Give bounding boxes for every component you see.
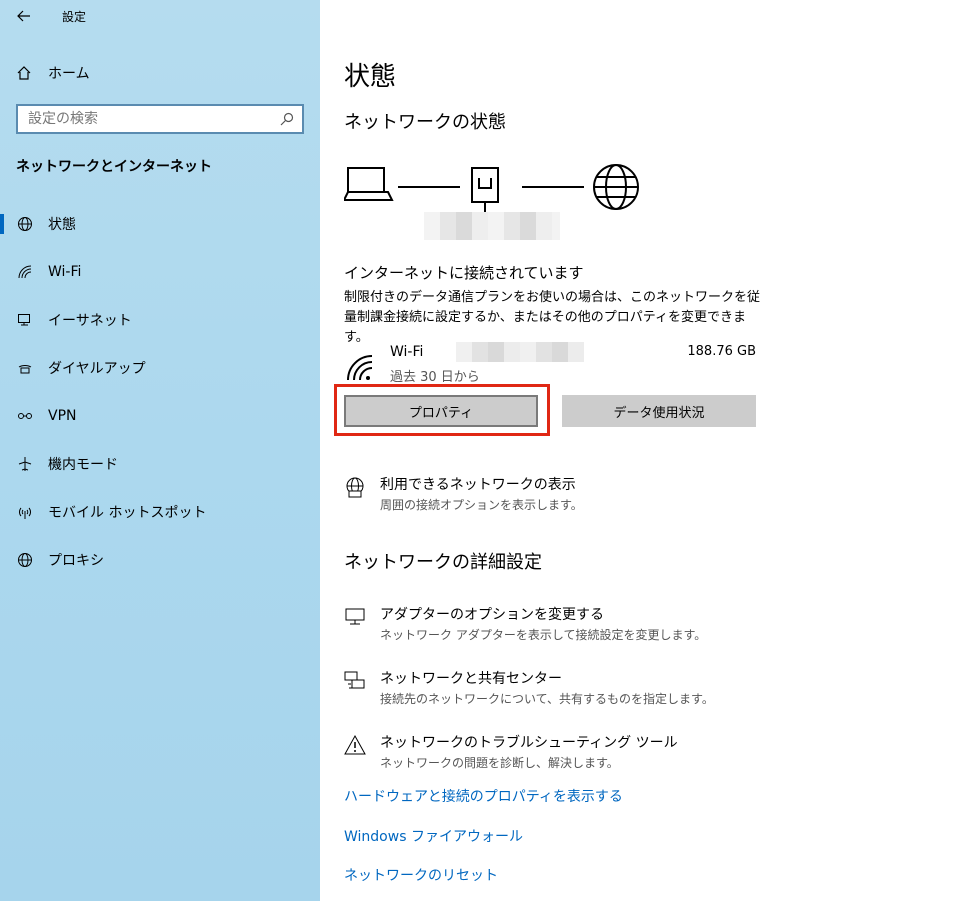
ethernet-icon <box>16 311 34 329</box>
section-heading: ネットワークとインターネット <box>16 159 212 175</box>
wifi-usage-row: Wi-Fi 過去 30 日から 188.76 GB <box>344 342 756 386</box>
home-link[interactable]: ホーム <box>16 62 90 84</box>
back-button[interactable] <box>12 4 36 28</box>
wifi-signal-icon <box>347 355 373 381</box>
wifi-period: 過去 30 日から <box>390 370 480 385</box>
dialup-icon <box>16 359 34 377</box>
sidebar-item-label: 機内モード <box>48 457 118 473</box>
firewall-link[interactable]: Windows ファイアウォール <box>344 826 523 846</box>
sidebar-item-dialup[interactable]: ダイヤルアップ <box>0 344 320 392</box>
globe-status-icon <box>16 215 34 233</box>
sidebar: 設定 ホーム ネットワークとインターネット 状態 Wi-Fi イーサネット ダイ… <box>0 0 320 901</box>
internet-globe-icon <box>593 164 639 210</box>
sidebar-item-label: VPN <box>48 408 77 424</box>
sidebar-nav: 状態 Wi-Fi イーサネット ダイヤルアップ VPN 機内モード モバイル ホ… <box>0 200 320 584</box>
airplane-icon <box>16 455 34 473</box>
sidebar-item-label: Wi-Fi <box>48 264 82 280</box>
sharing-center-icon <box>344 671 365 689</box>
link-subtitle: 周囲の接続オプションを表示します。 <box>380 498 583 512</box>
wifi-icon <box>16 263 34 281</box>
sidebar-item-proxy[interactable]: プロキシ <box>0 536 320 584</box>
globe-icon <box>16 551 34 569</box>
connection-status: インターネットに接続されています <box>344 264 584 282</box>
adapter-icon <box>345 608 365 625</box>
laptop-icon <box>342 167 394 201</box>
network-status-heading: ネットワークの状態 <box>344 112 506 133</box>
sidebar-item-label: モバイル ホットスポット <box>48 505 207 521</box>
link-title: 利用できるネットワークの表示 <box>380 477 576 493</box>
sidebar-item-ethernet[interactable]: イーサネット <box>0 296 320 344</box>
sidebar-item-label: プロキシ <box>48 553 104 569</box>
wifi-data-size: 188.76 GB <box>687 344 756 359</box>
link-subtitle: ネットワーク アダプターを表示して接続設定を変更します。 <box>380 628 707 642</box>
network-reset-link[interactable]: ネットワークのリセット <box>344 865 498 885</box>
window-title: 設定 <box>62 10 87 24</box>
sidebar-item-label: 状態 <box>48 217 76 233</box>
page-title: 状態 <box>344 62 397 92</box>
sidebar-item-wifi[interactable]: Wi-Fi <box>0 248 320 296</box>
warning-icon <box>344 734 366 755</box>
available-networks-link[interactable]: 利用できるネットワークの表示 周囲の接続オプションを表示します。 <box>344 474 583 513</box>
sidebar-item-vpn[interactable]: VPN <box>0 392 320 440</box>
sidebar-item-label: ダイヤルアップ <box>48 361 146 377</box>
advanced-settings-heading: ネットワークの詳細設定 <box>344 552 542 573</box>
link-subtitle: 接続先のネットワークについて、共有するものを指定します。 <box>380 692 714 706</box>
network-globe-icon <box>346 477 364 498</box>
sidebar-item-hotspot[interactable]: モバイル ホットスポット <box>0 488 320 536</box>
redacted-network-name <box>424 212 560 240</box>
data-usage-button[interactable]: データ使用状況 <box>562 395 756 427</box>
hotspot-icon <box>16 503 34 521</box>
router-icon <box>471 167 499 212</box>
properties-button[interactable]: プロパティ <box>344 395 538 427</box>
search-input[interactable] <box>18 106 268 132</box>
titlebar: 設定 <box>0 0 320 32</box>
link-title: ネットワークと共有センター <box>380 671 562 687</box>
wifi-name: Wi-Fi <box>390 344 424 360</box>
adapter-options-link[interactable]: アダプターのオプションを変更する ネットワーク アダプターを表示して接続設定を変… <box>344 604 706 643</box>
vpn-icon <box>16 407 34 425</box>
sidebar-item-label: イーサネット <box>48 313 132 329</box>
network-diagram <box>342 162 644 218</box>
link-title: ネットワークのトラブルシューティング ツール <box>380 735 678 751</box>
hardware-properties-link[interactable]: ハードウェアと接続のプロパティを表示する <box>344 786 623 806</box>
home-icon <box>17 66 31 80</box>
metered-description: 制限付きのデータ通信プランをお使いの場合は、このネットワークを従量制課金接続に設… <box>344 290 761 345</box>
main-content: 状態 ネットワークの状態 インターネットに接続されています 制限付きのデータ通信… <box>320 0 960 901</box>
home-label: ホーム <box>48 66 90 82</box>
link-subtitle: ネットワークの問題を診断し、解決します。 <box>380 756 619 770</box>
search-box[interactable] <box>16 104 304 134</box>
back-arrow-icon <box>17 10 30 22</box>
redacted-ssid <box>456 342 584 362</box>
sidebar-item-status[interactable]: 状態 <box>0 200 320 248</box>
troubleshooter-link[interactable]: ネットワークのトラブルシューティング ツール ネットワークの問題を診断し、解決し… <box>344 732 678 771</box>
link-title: アダプターのオプションを変更する <box>380 607 604 623</box>
sidebar-item-airplane[interactable]: 機内モード <box>0 440 320 488</box>
search-icon <box>280 112 294 126</box>
sharing-center-link[interactable]: ネットワークと共有センター 接続先のネットワークについて、共有するものを指定しま… <box>344 668 714 707</box>
